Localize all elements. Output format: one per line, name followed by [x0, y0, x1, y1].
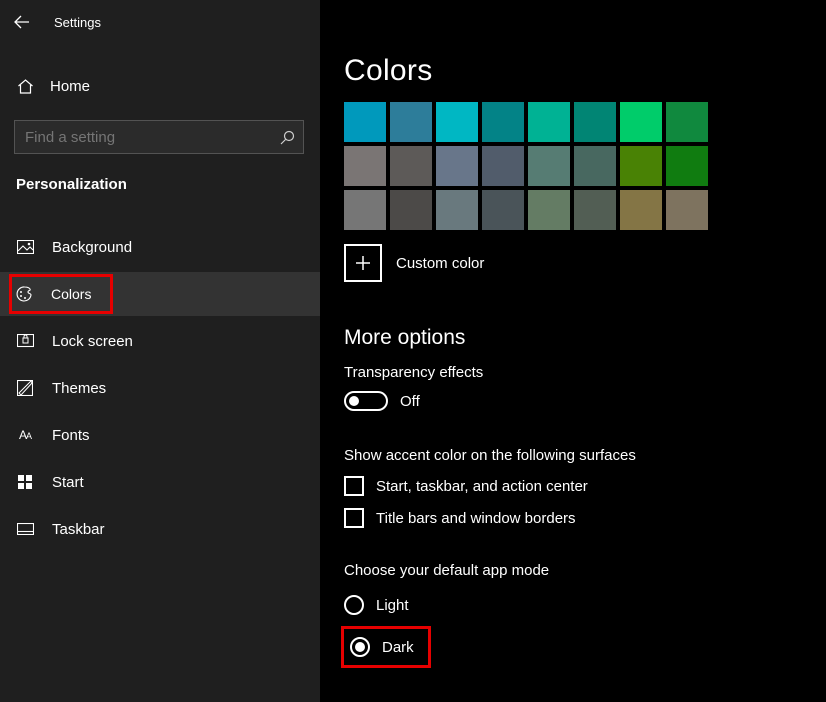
- more-options-heading: More options: [344, 326, 826, 350]
- color-swatch[interactable]: [620, 102, 662, 142]
- checkbox-icon: [344, 476, 364, 496]
- checkbox-label: Title bars and window borders: [376, 510, 576, 527]
- color-swatch[interactable]: [436, 190, 478, 230]
- custom-color-button[interactable]: [344, 244, 382, 282]
- custom-color-label: Custom color: [396, 255, 484, 272]
- lock-screen-icon: [16, 333, 34, 349]
- sidebar-home-label: Home: [50, 78, 90, 95]
- window-title: Settings: [54, 15, 101, 30]
- sidebar-item-label: Start: [52, 474, 84, 491]
- app-mode-label: Choose your default app mode: [344, 562, 826, 579]
- checkbox-label: Start, taskbar, and action center: [376, 478, 588, 495]
- color-swatch[interactable]: [482, 190, 524, 230]
- radio-icon: [350, 637, 370, 657]
- accent-color-grid: [344, 102, 826, 230]
- transparency-state: Off: [400, 393, 420, 410]
- color-swatch[interactable]: [574, 102, 616, 142]
- fonts-icon: AA: [16, 427, 34, 443]
- start-icon: [16, 474, 34, 490]
- sidebar-category-label: Personalization: [16, 176, 320, 193]
- sidebar-item-label: Fonts: [52, 427, 90, 444]
- home-icon: [16, 79, 34, 94]
- search-box[interactable]: [14, 120, 304, 154]
- sidebar-item-label: Taskbar: [52, 521, 105, 538]
- back-button[interactable]: [14, 15, 30, 29]
- color-swatch[interactable]: [390, 190, 432, 230]
- color-swatch[interactable]: [620, 146, 662, 186]
- color-swatch[interactable]: [620, 190, 662, 230]
- color-swatch[interactable]: [666, 146, 708, 186]
- color-swatch[interactable]: [666, 102, 708, 142]
- sidebar-nav: Background Colors Colors Lock screen: [0, 225, 320, 551]
- checkbox-icon: [344, 508, 364, 528]
- radio-label: Light: [376, 597, 409, 614]
- sidebar-home[interactable]: Home: [0, 64, 320, 108]
- color-swatch[interactable]: [344, 102, 386, 142]
- transparency-label: Transparency effects: [344, 364, 826, 381]
- color-swatch[interactable]: [528, 146, 570, 186]
- color-swatch[interactable]: [666, 190, 708, 230]
- checkbox-title-bars[interactable]: Title bars and window borders: [344, 508, 826, 528]
- page-title: Colors: [344, 54, 826, 88]
- sidebar-item-start[interactable]: Start: [0, 460, 320, 504]
- color-swatch[interactable]: [482, 102, 524, 142]
- picture-icon: [16, 239, 34, 255]
- radio-dark[interactable]: Dark: [350, 637, 414, 657]
- sidebar-item-fonts[interactable]: AA Fonts: [0, 413, 320, 457]
- taskbar-icon: [16, 521, 34, 537]
- sidebar-item-taskbar[interactable]: Taskbar: [0, 507, 320, 551]
- color-swatch[interactable]: [344, 146, 386, 186]
- sidebar-item-background[interactable]: Background: [0, 225, 320, 269]
- themes-icon: [16, 380, 34, 396]
- titlebar: Settings: [0, 0, 320, 44]
- color-swatch[interactable]: [574, 146, 616, 186]
- radio-icon: [344, 595, 364, 615]
- radio-dark-highlight: Dark: [344, 629, 428, 665]
- sidebar-item-label: Background: [52, 239, 132, 256]
- color-swatch[interactable]: [390, 102, 432, 142]
- color-swatch[interactable]: [574, 190, 616, 230]
- settings-sidebar: Settings Home Personalization Background…: [0, 0, 320, 702]
- custom-color-row: Custom color: [344, 244, 826, 282]
- sidebar-item-lock-screen[interactable]: Lock screen: [0, 319, 320, 363]
- search-input[interactable]: [25, 129, 280, 146]
- color-swatch[interactable]: [436, 102, 478, 142]
- settings-content: Colors Custom color More options Transpa…: [344, 0, 826, 665]
- sidebar-item-themes[interactable]: Themes: [0, 366, 320, 410]
- sidebar-item-label: Lock screen: [52, 333, 133, 350]
- color-swatch[interactable]: [390, 146, 432, 186]
- color-swatch[interactable]: [528, 102, 570, 142]
- color-swatch[interactable]: [482, 146, 524, 186]
- color-swatch[interactable]: [436, 146, 478, 186]
- color-swatch[interactable]: [528, 190, 570, 230]
- radio-label: Dark: [382, 639, 414, 656]
- color-swatch[interactable]: [344, 190, 386, 230]
- radio-light[interactable]: Light: [344, 591, 826, 619]
- checkbox-start-taskbar[interactable]: Start, taskbar, and action center: [344, 476, 826, 496]
- search-icon: [280, 130, 295, 145]
- sidebar-item-label: Themes: [52, 380, 106, 397]
- accent-surfaces-label: Show accent color on the following surfa…: [344, 447, 826, 464]
- transparency-toggle[interactable]: [344, 391, 388, 411]
